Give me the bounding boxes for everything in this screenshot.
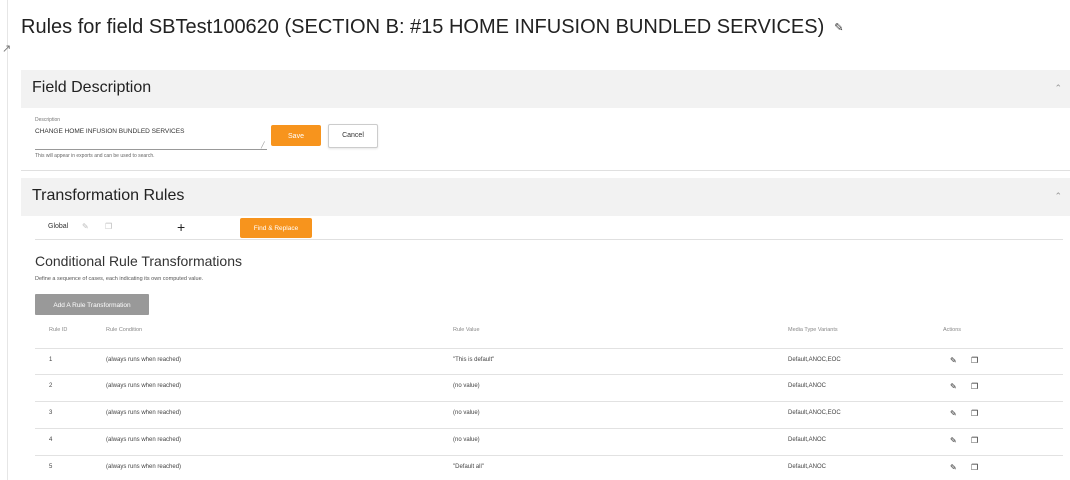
rule-id: 2 xyxy=(49,383,53,389)
copy-icon[interactable]: ❐ xyxy=(971,382,978,391)
copy-icon[interactable]: ❐ xyxy=(971,356,978,365)
page-title-text: Rules for field SBTest100620 (SECTION B:… xyxy=(21,16,825,38)
copy-icon[interactable]: ❐ xyxy=(971,463,978,472)
rule-condition: (always runs when reached) xyxy=(106,464,182,470)
tab-bar-divider xyxy=(35,239,1063,240)
rule-value: "Default all" xyxy=(453,464,484,470)
transformation-rules-header[interactable]: Transformation Rules ⌃ xyxy=(21,178,1070,216)
column-header-rule-condition: Rule Condition xyxy=(106,327,143,333)
panel-divider xyxy=(21,170,1070,171)
description-field[interactable]: CHANGE HOME INFUSION BUNDLED SERVICES xyxy=(35,128,184,135)
row-divider xyxy=(35,374,1063,375)
copy-icon[interactable]: ❐ xyxy=(971,436,978,445)
field-description-header[interactable]: Field Description ⌃ xyxy=(21,70,1070,108)
field-description-title: Field Description xyxy=(32,79,152,96)
column-header-rule-id: Rule ID xyxy=(49,327,68,333)
rule-id: 1 xyxy=(49,357,53,363)
row-divider xyxy=(35,455,1063,456)
rule-id: 4 xyxy=(49,437,53,443)
copy-icon[interactable]: ❐ xyxy=(971,409,978,418)
description-field-underline xyxy=(35,149,267,150)
edit-icon[interactable]: ✎ xyxy=(950,382,957,391)
cancel-button[interactable]: Cancel xyxy=(328,124,378,148)
media-type-variants: Default,ANOC xyxy=(788,437,827,443)
description-label: Description xyxy=(35,117,61,123)
copy-icon[interactable]: ❐ xyxy=(105,222,112,231)
media-type-variants: Default,ANOC,EOC xyxy=(788,410,841,416)
media-type-variants: Default,ANOC xyxy=(788,383,827,389)
rule-condition: (always runs when reached) xyxy=(106,383,182,389)
rule-condition: (always runs when reached) xyxy=(106,357,182,363)
rule-id: 5 xyxy=(49,464,53,470)
row-divider xyxy=(35,401,1063,402)
page-title: Rules for field SBTest100620 (SECTION B:… xyxy=(21,16,843,39)
edit-icon[interactable]: ✎ xyxy=(950,356,957,365)
rule-value: "This is default" xyxy=(453,357,495,363)
chevron-up-icon[interactable]: ⌃ xyxy=(1054,191,1062,202)
row-divider xyxy=(35,428,1063,429)
section-subtitle: Define a sequence of cases, each indicat… xyxy=(35,276,204,282)
column-header-media-type-variants: Media Type Variants xyxy=(788,327,838,333)
add-rule-button[interactable]: Add A Rule Transformation xyxy=(35,294,149,315)
section-title: Conditional Rule Transformations xyxy=(35,253,242,269)
row-divider xyxy=(35,348,1063,349)
rule-id: 3 xyxy=(49,410,53,416)
edit-icon[interactable]: ✎ xyxy=(834,22,843,34)
description-hint: This will appear in exports and can be u… xyxy=(35,153,155,159)
rule-value: (no value) xyxy=(453,383,480,389)
rule-condition: (always runs when reached) xyxy=(106,410,182,416)
edit-icon[interactable]: ✎ xyxy=(950,409,957,418)
column-header-rule-value: Rule Value xyxy=(453,327,480,333)
chevron-up-icon[interactable]: ⌃ xyxy=(1054,83,1062,94)
edit-icon[interactable]: ✎ xyxy=(950,436,957,445)
media-type-variants: Default,ANOC,EOC xyxy=(788,357,841,363)
rule-condition: (always runs when reached) xyxy=(106,437,182,443)
find-replace-button[interactable]: Find & Replace xyxy=(240,218,312,238)
edit-icon[interactable]: ✎ xyxy=(950,463,957,472)
edit-icon[interactable]: ✎ xyxy=(82,222,89,231)
media-type-variants: Default,ANOC xyxy=(788,464,827,470)
transformation-rules-title: Transformation Rules xyxy=(32,187,185,204)
mouse-cursor-icon: ↗ xyxy=(2,43,12,55)
column-header-actions: Actions xyxy=(943,327,962,333)
resize-handle-icon[interactable]: ╱ xyxy=(261,142,265,149)
left-border xyxy=(7,0,8,480)
rule-value: (no value) xyxy=(453,437,480,443)
tab-global[interactable]: Global xyxy=(48,223,68,230)
add-tab-button[interactable]: + xyxy=(177,219,185,235)
rule-value: (no value) xyxy=(453,410,480,416)
save-button[interactable]: Save xyxy=(271,125,321,146)
